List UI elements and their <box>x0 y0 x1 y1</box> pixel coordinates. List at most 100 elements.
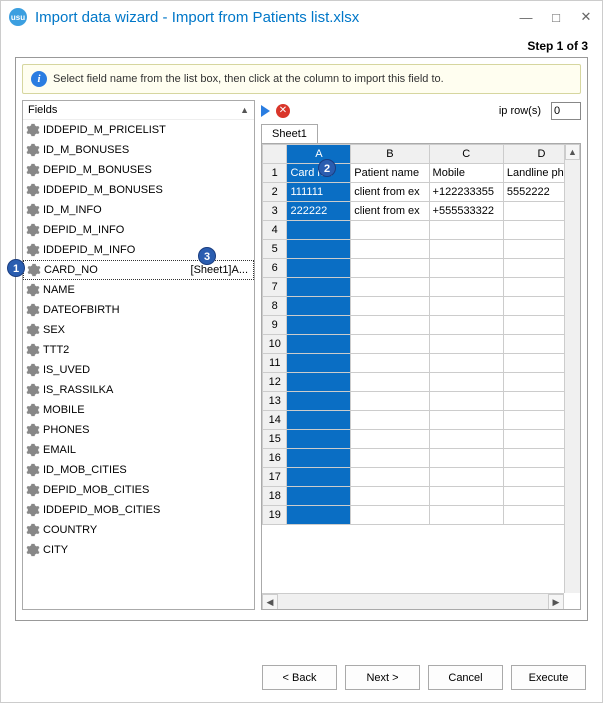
field-item-is_rassilka[interactable]: IS_RASSILKA <box>23 380 254 400</box>
row-header[interactable]: 18 <box>263 487 287 506</box>
field-item-email[interactable]: EMAIL <box>23 440 254 460</box>
row-header[interactable]: 8 <box>263 297 287 316</box>
row-header[interactable]: 14 <box>263 411 287 430</box>
grid-cell[interactable] <box>351 449 429 468</box>
grid-cell[interactable] <box>429 335 503 354</box>
grid-cell[interactable] <box>351 278 429 297</box>
row-header[interactable]: 11 <box>263 354 287 373</box>
grid-cell[interactable] <box>351 335 429 354</box>
grid-cell[interactable] <box>351 221 429 240</box>
grid-cell[interactable] <box>351 240 429 259</box>
grid-cell[interactable] <box>287 506 351 525</box>
grid-cell[interactable] <box>351 392 429 411</box>
row-header[interactable]: 2 <box>263 183 287 202</box>
row-header[interactable]: 10 <box>263 335 287 354</box>
field-item-id_mob_cities[interactable]: ID_MOB_CITIES <box>23 460 254 480</box>
spreadsheet-grid[interactable]: ABCD1Card no.Patient nameMobileLandline … <box>261 143 581 610</box>
field-item-iddepid_m_info[interactable]: IDDEPID_M_INFO <box>23 240 254 260</box>
col-header-B[interactable]: B <box>351 145 429 164</box>
row-header[interactable]: 17 <box>263 468 287 487</box>
close-button[interactable]: ✕ <box>578 9 594 25</box>
row-header[interactable]: 19 <box>263 506 287 525</box>
grid-cell[interactable] <box>429 259 503 278</box>
grid-cell[interactable] <box>429 392 503 411</box>
grid-cell[interactable] <box>287 487 351 506</box>
field-item-sex[interactable]: SEX <box>23 320 254 340</box>
field-item-depid_m_bonuses[interactable]: DEPID_M_BONUSES <box>23 160 254 180</box>
grid-cell[interactable] <box>287 411 351 430</box>
row-header[interactable]: 3 <box>263 202 287 221</box>
grid-cell[interactable] <box>287 392 351 411</box>
grid-cell[interactable] <box>429 354 503 373</box>
field-item-iddepid_m_pricelist[interactable]: IDDEPID_M_PRICELIST <box>23 120 254 140</box>
row-header[interactable]: 12 <box>263 373 287 392</box>
grid-cell[interactable]: +555533322 <box>429 202 503 221</box>
field-item-iddepid_m_bonuses[interactable]: IDDEPID_M_BONUSES <box>23 180 254 200</box>
grid-cell[interactable] <box>429 240 503 259</box>
grid-cell[interactable] <box>351 430 429 449</box>
grid-cell[interactable] <box>429 449 503 468</box>
grid-cell[interactable] <box>287 468 351 487</box>
grid-cell[interactable] <box>351 468 429 487</box>
minimize-button[interactable]: — <box>518 9 534 25</box>
grid-cell[interactable] <box>287 316 351 335</box>
grid-cell[interactable]: 222222 <box>287 202 351 221</box>
grid-cell[interactable]: client from ex <box>351 183 429 202</box>
row-header[interactable]: 16 <box>263 449 287 468</box>
grid-cell[interactable] <box>429 468 503 487</box>
grid-cell[interactable] <box>351 487 429 506</box>
next-button[interactable]: Next > <box>345 665 420 690</box>
grid-cell[interactable] <box>351 297 429 316</box>
field-item-city[interactable]: CITY <box>23 540 254 560</box>
grid-cell[interactable] <box>351 506 429 525</box>
grid-cell[interactable]: 111111 <box>287 183 351 202</box>
grid-cell[interactable] <box>287 278 351 297</box>
field-item-mobile[interactable]: MOBILE <box>23 400 254 420</box>
grid-cell[interactable] <box>287 373 351 392</box>
grid-cell[interactable] <box>287 335 351 354</box>
grid-cell[interactable] <box>351 373 429 392</box>
horizontal-scrollbar[interactable]: ◀▶ <box>262 593 564 609</box>
field-item-card_no[interactable]: CARD_NO[Sheet1]A... <box>23 260 254 280</box>
grid-cell[interactable]: Mobile <box>429 164 503 183</box>
row-header[interactable]: 13 <box>263 392 287 411</box>
row-header[interactable]: 15 <box>263 430 287 449</box>
delete-button[interactable]: ✕ <box>276 104 290 118</box>
cancel-button[interactable]: Cancel <box>428 665 503 690</box>
field-item-depid_m_info[interactable]: DEPID_M_INFO <box>23 220 254 240</box>
grid-cell[interactable] <box>429 487 503 506</box>
grid-cell[interactable] <box>351 259 429 278</box>
row-header[interactable]: 7 <box>263 278 287 297</box>
vertical-scrollbar[interactable]: ▲ <box>564 144 580 593</box>
grid-cell[interactable] <box>429 316 503 335</box>
fields-list[interactable]: IDDEPID_M_PRICELISTID_M_BONUSESDEPID_M_B… <box>23 120 254 609</box>
grid-cell[interactable]: +122233355 <box>429 183 503 202</box>
grid-cell[interactable] <box>429 297 503 316</box>
row-header[interactable]: 1 <box>263 164 287 183</box>
maximize-button[interactable]: □ <box>548 9 564 25</box>
grid-cell[interactable] <box>429 430 503 449</box>
field-item-id_m_bonuses[interactable]: ID_M_BONUSES <box>23 140 254 160</box>
back-button[interactable]: < Back <box>262 665 337 690</box>
col-header-A[interactable]: A <box>287 145 351 164</box>
col-header-C[interactable]: C <box>429 145 503 164</box>
field-item-depid_mob_cities[interactable]: DEPID_MOB_CITIES <box>23 480 254 500</box>
field-item-name[interactable]: NAME <box>23 280 254 300</box>
grid-cell[interactable]: client from ex <box>351 202 429 221</box>
grid-cell[interactable] <box>351 316 429 335</box>
grid-cell[interactable] <box>287 259 351 278</box>
grid-cell[interactable] <box>287 449 351 468</box>
field-item-ttt2[interactable]: TTT2 <box>23 340 254 360</box>
grid-cell[interactable] <box>429 411 503 430</box>
grid-cell[interactable] <box>429 373 503 392</box>
grid-cell[interactable] <box>429 221 503 240</box>
grid-cell[interactable] <box>287 297 351 316</box>
row-header[interactable]: 9 <box>263 316 287 335</box>
grid-cell[interactable] <box>287 354 351 373</box>
field-item-dateofbirth[interactable]: DATEOFBIRTH <box>23 300 254 320</box>
grid-cell[interactable] <box>351 354 429 373</box>
grid-cell[interactable] <box>287 240 351 259</box>
grid-cell[interactable]: Patient name <box>351 164 429 183</box>
grid-cell[interactable] <box>429 506 503 525</box>
row-header[interactable]: 5 <box>263 240 287 259</box>
